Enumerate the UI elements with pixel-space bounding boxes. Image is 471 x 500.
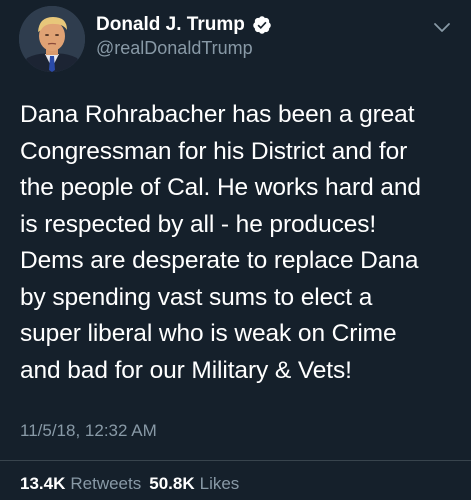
tweet-text: Dana Rohrabacher has been a great Congre… xyxy=(20,101,421,384)
likes-count: 50.8K xyxy=(149,474,195,493)
tweet-card: Donald J. Trump @realDonaldTrump Dana Ro… xyxy=(0,0,471,500)
author-name-row: Donald J. Trump xyxy=(96,14,272,36)
display-name[interactable]: Donald J. Trump xyxy=(96,14,245,36)
retweets-stat[interactable]: 13.4K Retweets xyxy=(20,474,141,494)
likes-stat[interactable]: 50.8K Likes xyxy=(149,474,239,494)
avatar-image xyxy=(19,6,85,72)
verified-badge-icon xyxy=(252,15,272,35)
likes-label: Likes xyxy=(199,474,240,493)
engagement-stats: 13.4K Retweets 50.8K Likes xyxy=(20,474,239,494)
tweet-timestamp[interactable]: 11/5/18, 12:32 AM xyxy=(20,421,157,441)
retweets-label: Retweets xyxy=(70,474,142,493)
avatar[interactable] xyxy=(19,6,85,72)
chevron-down-icon[interactable] xyxy=(433,22,451,34)
retweets-count: 13.4K xyxy=(20,474,66,493)
divider xyxy=(0,460,471,461)
user-handle[interactable]: @realDonaldTrump xyxy=(96,37,253,59)
